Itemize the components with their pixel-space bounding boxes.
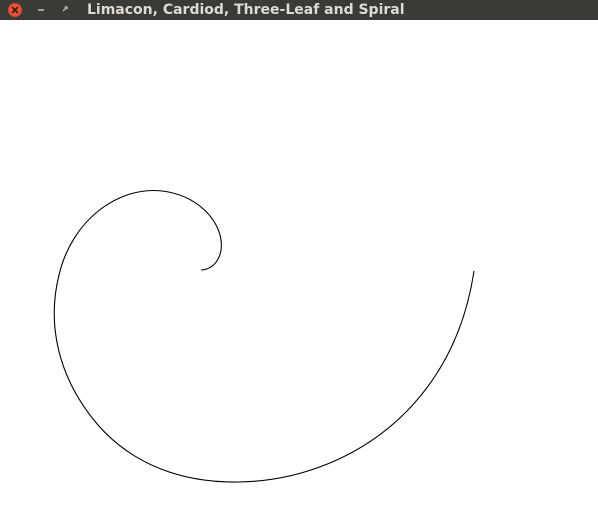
spiral-drawing	[53, 189, 475, 483]
window-title: Limacon, Cardiod, Three-Leaf and Spiral	[87, 2, 405, 18]
minimize-icon	[38, 9, 44, 11]
close-icon	[8, 3, 22, 17]
maximize-icon	[62, 6, 68, 12]
spiral-curve	[53, 189, 475, 483]
title-bar[interactable]: Limacon, Cardiod, Three-Leaf and Spiral	[0, 0, 598, 20]
drawing-canvas[interactable]	[0, 20, 598, 518]
minimize-button[interactable]	[33, 2, 49, 18]
app-window: Limacon, Cardiod, Three-Leaf and Spiral	[0, 0, 598, 518]
close-button[interactable]	[7, 2, 23, 18]
maximize-button[interactable]	[57, 2, 73, 18]
